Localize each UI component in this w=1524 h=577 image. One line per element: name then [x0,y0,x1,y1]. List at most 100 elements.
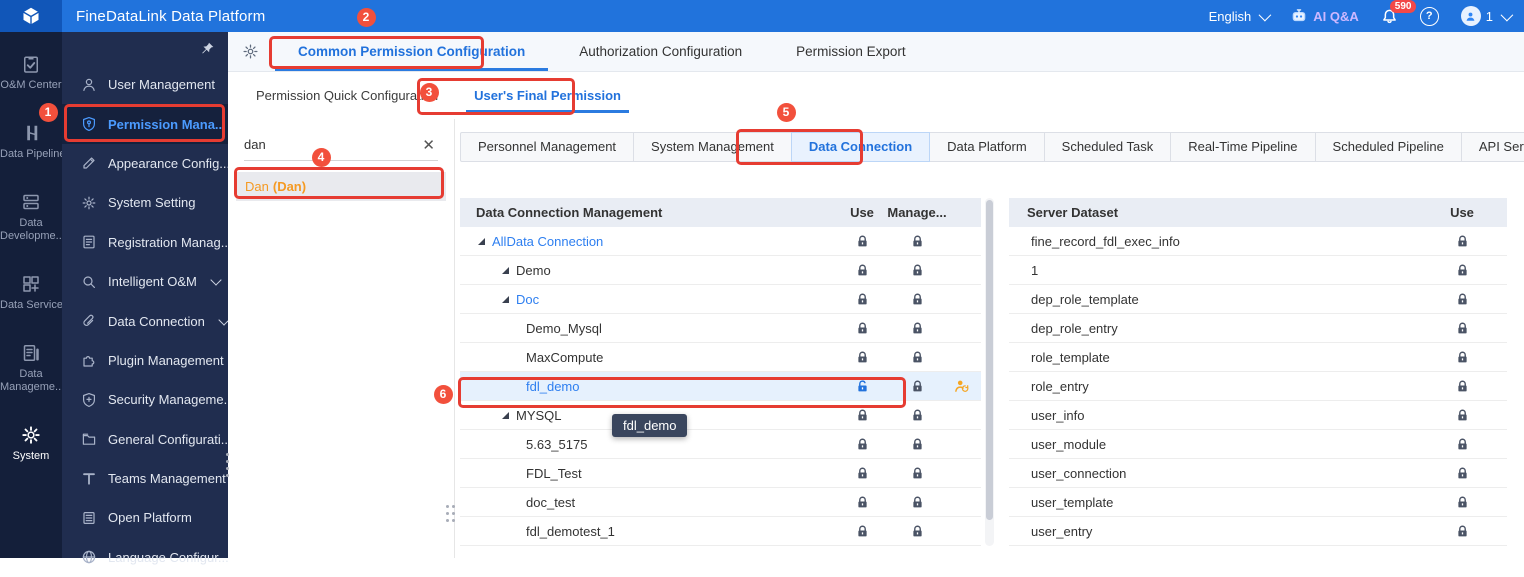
rail-item-system[interactable]: System [0,425,62,463]
connection-row-demo_mysql[interactable]: Demo_Mysql [460,314,981,343]
table-scrollbar[interactable] [985,198,994,546]
lock-icon[interactable] [1455,292,1470,307]
sidebar-item-permission-mana[interactable]: Permission Mana... [62,104,228,144]
connection-row-maxcompute[interactable]: MaxCompute [460,343,981,372]
lock-icon[interactable] [855,321,870,336]
panel-resize-handle[interactable] [452,505,455,526]
tab-authorization-configuration[interactable]: Authorization Configuration [552,32,769,71]
lock-icon[interactable] [855,263,870,278]
lock-icon[interactable] [1455,379,1470,394]
lock-icon[interactable] [855,350,870,365]
lock-icon[interactable] [1455,263,1470,278]
perm-tab-personnel-management[interactable]: Personnel Management [460,132,635,162]
connection-row-5.63_5175[interactable]: 5.63_5175 [460,430,981,459]
lock-icon[interactable] [1455,495,1470,510]
lock-icon[interactable] [1455,408,1470,423]
dataset-row-dep_role_template[interactable]: dep_role_template [1009,285,1507,314]
sidebar-item-data-connection[interactable]: Data Connection [62,301,228,340]
rail-item-data-manageme-[interactable]: Data Manageme... [0,343,62,394]
sidebar-item-intelligent-o&m[interactable]: Intelligent O&M [62,262,228,301]
dataset-row-dep_role_entry[interactable]: dep_role_entry [1009,314,1507,343]
tab-common-permission-configuration[interactable]: Common Permission Configuration [271,32,552,71]
gear-icon[interactable] [242,43,259,60]
connection-row-fdl_demo[interactable]: fdl_demo [460,372,981,401]
sidebar-item-appearance-config[interactable]: Appearance Config... [62,144,228,183]
sidebar-item-plugin-management[interactable]: Plugin Management [62,341,228,380]
lock-icon[interactable] [1455,524,1470,539]
sidebar-item-teams-management[interactable]: Teams Management [62,459,228,498]
rail-item-o&m-center[interactable]: O&M Center [0,54,62,92]
dataset-row-role_template[interactable]: role_template [1009,343,1507,372]
lock-icon[interactable] [855,292,870,307]
tab-permission-export[interactable]: Permission Export [769,32,933,71]
dataset-row-user_connection[interactable]: user_connection [1009,459,1507,488]
connection-row-doc_test[interactable]: doc_test [460,488,981,517]
lock-icon[interactable] [910,495,925,510]
connection-row-mysql[interactable]: MYSQL [460,401,981,430]
lock-icon[interactable] [910,350,925,365]
lock-icon[interactable] [910,437,925,452]
lock-icon[interactable] [910,292,925,307]
lock-icon[interactable] [855,495,870,510]
dataset-row-1[interactable]: 1 [1009,256,1507,285]
lock-icon[interactable] [855,234,870,249]
sidebar-item-security-manageme[interactable]: Security Manageme... [62,380,228,419]
pin-icon[interactable] [200,41,215,56]
sidebar-item-system-setting[interactable]: System Setting [62,183,228,222]
lock-icon[interactable] [910,321,925,336]
scrollbar-thumb[interactable] [986,200,993,520]
dataset-row-user_info[interactable]: user_info [1009,401,1507,430]
lock-icon[interactable] [910,263,925,278]
lock-icon[interactable] [855,524,870,539]
connection-row-fdl_demotest_1[interactable]: fdl_demotest_1 [460,517,981,546]
sidebar-item-user-management[interactable]: User Management [62,65,228,104]
dataset-row-user_template[interactable]: user_template [1009,488,1507,517]
rail-item-data-service[interactable]: Data Service [0,274,62,312]
unlock-icon[interactable] [855,379,870,394]
perm-tab-data-platform[interactable]: Data Platform [929,132,1045,162]
lock-icon[interactable] [910,234,925,249]
notifications-button[interactable]: 590 [1381,0,1417,25]
lock-icon[interactable] [855,408,870,423]
dataset-row-role_entry[interactable]: role_entry [1009,372,1507,401]
sidebar-item-registration-manag[interactable]: Registration Manag... [62,223,228,262]
sidebar-resize-handle[interactable] [226,453,229,481]
user-search-input[interactable]: dan ✕ [244,129,438,161]
dataset-row-user_module[interactable]: user_module [1009,430,1507,459]
sidebar-item-open-platform[interactable]: Open Platform [62,498,228,537]
connection-row-fdl_test[interactable]: FDL_Test [460,459,981,488]
lock-icon[interactable] [855,437,870,452]
perm-tab-data-connection[interactable]: Data Connection [790,132,931,162]
lock-icon[interactable] [910,466,925,481]
perm-tab-api-service[interactable]: API Service [1460,132,1524,162]
connection-row-alldata-connection[interactable]: AllData Connection [460,227,981,256]
tree-expand-icon[interactable] [502,266,509,274]
rail-item-data-pipeline[interactable]: Data Pipeline [0,123,62,161]
dataset-row-user_entry[interactable]: user_entry [1009,517,1507,546]
lock-icon[interactable] [1455,466,1470,481]
sidebar-item-general-configurati[interactable]: General Configurati... [62,420,228,459]
language-selector[interactable]: English [1209,8,1272,24]
tree-expand-icon[interactable] [502,411,509,419]
panel-resize-handle[interactable] [446,505,449,526]
perm-tab-scheduled-pipeline[interactable]: Scheduled Pipeline [1314,132,1462,162]
rail-item-data-developme-[interactable]: Data Developme... [0,192,62,243]
dataset-row-fine_record_fdl_exec_info[interactable]: fine_record_fdl_exec_info [1009,227,1507,256]
lock-icon[interactable] [1455,437,1470,452]
subtab-permission-quick-configuration[interactable]: Permission Quick Configuration [256,72,438,119]
lock-icon[interactable] [910,379,925,394]
perm-tab-real-time-pipeline[interactable]: Real-Time Pipeline [1170,132,1316,162]
clear-search-icon[interactable]: ✕ [419,136,438,154]
tree-expand-icon[interactable] [478,237,485,245]
user-permission-icon[interactable] [954,378,970,394]
lock-icon[interactable] [1455,321,1470,336]
ai-qa-button[interactable]: AI Q&A [1290,7,1359,25]
lock-icon[interactable] [1455,234,1470,249]
perm-tab-scheduled-task[interactable]: Scheduled Task [1043,132,1172,162]
perm-tab-system-management[interactable]: System Management [633,132,792,162]
user-menu[interactable]: 1 [1460,6,1514,26]
restore-inherited-permission-link[interactable]: Restore Inherited Permission [460,171,1524,186]
lock-icon[interactable] [1455,350,1470,365]
help-button[interactable]: ? [1419,6,1439,26]
lock-icon[interactable] [910,524,925,539]
